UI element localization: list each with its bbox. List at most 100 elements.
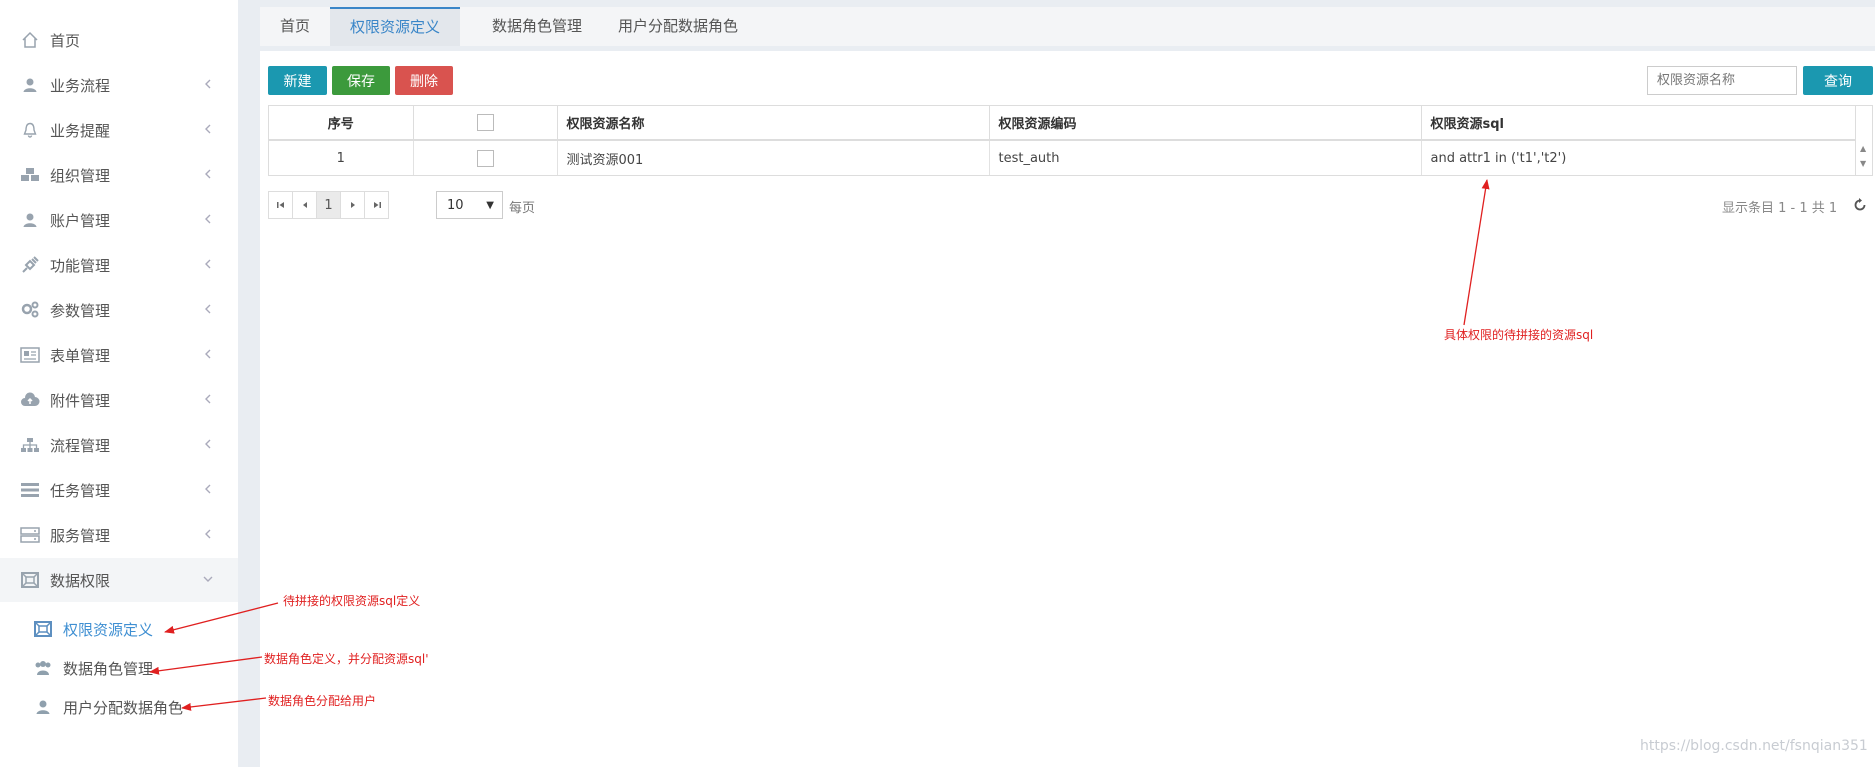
scroll-down-arrow-icon[interactable]: ▼ — [1860, 159, 1866, 168]
per-page-label: 每页 — [509, 201, 536, 216]
current-page[interactable]: 1 — [316, 191, 341, 219]
first-page-icon — [276, 202, 284, 208]
cubes-icon — [20, 165, 40, 185]
sidebar-item-attachment-management[interactable]: 附件管理 — [0, 378, 238, 422]
tab-home[interactable]: 首页 — [260, 7, 330, 46]
cell-index: 1 — [269, 140, 414, 175]
dropdown-arrow-icon: ▼ — [486, 200, 494, 211]
sidebar-item-parameter-management[interactable]: 参数管理 — [0, 288, 238, 332]
sidebar-item-account-management[interactable]: 账户管理 — [0, 198, 238, 242]
sidebar-item-business-reminder[interactable]: 业务提醒 — [0, 108, 238, 152]
select-all-checkbox[interactable] — [476, 114, 494, 131]
annotation-role-note: 数据角色定义，并分配资源sql' — [264, 652, 429, 666]
table-header-row: 序号 权限资源名称 权限资源编码 权限资源sql — [269, 106, 1857, 141]
prev-page-button[interactable] — [292, 191, 317, 219]
sidebar-item-process-management[interactable]: 流程管理 — [0, 423, 238, 467]
column-header-select — [413, 106, 558, 141]
cell-resource-name: 测试资源001 — [557, 140, 990, 175]
watermark: https://blog.csdn.net/fsnqian351 — [1640, 738, 1868, 754]
gears-icon — [20, 300, 40, 320]
sidebar-item-home[interactable]: 首页 — [0, 18, 238, 62]
sidebar-item-data-permission[interactable]: 数据权限 — [0, 558, 238, 602]
chevron-left-icon — [205, 484, 211, 494]
sidebar-subitem-label: 数据角色管理 — [63, 659, 154, 678]
vertical-scrollbar[interactable]: ▲ ▼ — [1855, 106, 1872, 175]
sitemap-icon — [20, 435, 40, 455]
user-icon — [20, 210, 40, 230]
bell-icon — [20, 120, 40, 140]
scroll-up-arrow-icon[interactable]: ▲ — [1860, 144, 1866, 153]
sidebar-item-label: 附件管理 — [50, 391, 111, 410]
chevron-left-icon — [205, 529, 211, 539]
data-scope-icon — [20, 570, 40, 590]
sidebar-item-task-management[interactable]: 任务管理 — [0, 468, 238, 512]
sidebar-item-function-management[interactable]: 功能管理 — [0, 243, 238, 287]
column-header-resource-code[interactable]: 权限资源编码 — [989, 106, 1422, 141]
sidebar-item-label: 表单管理 — [50, 346, 111, 365]
new-button[interactable]: 新建 — [268, 66, 327, 95]
chevron-left-icon — [205, 214, 211, 224]
annotation-sql-note: 具体权限的待拼接的资源sql — [1444, 328, 1594, 342]
cell-resource-code: test_auth — [989, 140, 1422, 175]
sidebar-item-label: 功能管理 — [50, 256, 111, 275]
chevron-left-icon — [205, 439, 211, 449]
save-button[interactable]: 保存 — [332, 66, 390, 95]
sidebar-subitem-user-assign-data-role[interactable]: 用户分配数据角色 — [0, 688, 238, 726]
sidebar-subitem-data-role-management[interactable]: 数据角色管理 — [0, 649, 238, 687]
form-icon — [20, 345, 40, 365]
query-button[interactable]: 查询 — [1803, 66, 1873, 95]
users-icon — [33, 658, 53, 678]
cloud-upload-icon — [20, 390, 40, 410]
column-header-resource-name[interactable]: 权限资源名称 — [557, 106, 990, 141]
sidebar-item-service-management[interactable]: 服务管理 — [0, 513, 238, 557]
page-size-value: 10 — [447, 197, 464, 213]
column-header-resource-sql[interactable]: 权限资源sql — [1421, 106, 1857, 141]
home-icon — [20, 30, 40, 50]
chevron-left-icon — [205, 124, 211, 134]
refresh-icon[interactable] — [1852, 197, 1868, 213]
sidebar-subitem-resource-definition[interactable]: 权限资源定义 — [0, 610, 238, 648]
sidebar: 首页 业务流程 业务提醒 组织管理 账户管理 功能管理 参数管理 表单管理 附件… — [0, 0, 238, 767]
sidebar-item-label: 服务管理 — [50, 526, 111, 545]
page-size-select[interactable]: 10 ▼ — [436, 191, 503, 219]
plug-icon — [20, 255, 40, 275]
annotation-assign-note: 数据角色分配给用户 — [268, 694, 377, 708]
sidebar-item-business-flow[interactable]: 业务流程 — [0, 63, 238, 107]
sidebar-item-label: 组织管理 — [50, 166, 111, 185]
tab-bar: 首页 权限资源定义 数据角色管理 用户分配数据角色 — [260, 7, 1875, 51]
chevron-left-icon — [205, 259, 211, 269]
sidebar-item-label: 业务提醒 — [50, 121, 111, 140]
chevron-left-icon — [205, 169, 211, 179]
cell-select — [413, 140, 558, 175]
tab-resource-definition[interactable]: 权限资源定义 — [330, 7, 461, 46]
main-content: 首页 权限资源定义 数据角色管理 用户分配数据角色 新建 保存 删除 查询 序号… — [260, 7, 1875, 767]
next-page-button[interactable] — [340, 191, 365, 219]
delete-button[interactable]: 删除 — [395, 66, 453, 95]
user-icon — [33, 697, 53, 717]
first-page-button[interactable] — [268, 191, 293, 219]
tab-data-role-management[interactable]: 数据角色管理 — [472, 7, 602, 46]
prev-page-icon — [302, 202, 307, 208]
sidebar-subitem-label: 权限资源定义 — [63, 620, 154, 639]
sidebar-item-label: 账户管理 — [50, 211, 111, 230]
sidebar-item-label: 首页 — [50, 31, 81, 50]
sidebar-item-label: 数据权限 — [50, 571, 111, 590]
annotation-resource-note: 待拼接的权限资源sql定义 — [283, 594, 421, 608]
sidebar-item-org-management[interactable]: 组织管理 — [0, 153, 238, 197]
sidebar-item-label: 参数管理 — [50, 301, 111, 320]
chevron-left-icon — [205, 79, 211, 89]
search-input[interactable] — [1647, 66, 1797, 95]
server-icon — [20, 525, 40, 545]
chevron-left-icon — [205, 349, 211, 359]
last-page-button[interactable] — [364, 191, 389, 219]
tab-user-assign-data-role[interactable]: 用户分配数据角色 — [598, 7, 758, 46]
next-page-icon — [350, 202, 355, 208]
sidebar-item-label: 任务管理 — [50, 481, 111, 500]
chevron-down-icon — [203, 576, 213, 582]
row-checkbox[interactable] — [476, 149, 494, 167]
sidebar-item-form-management[interactable]: 表单管理 — [0, 333, 238, 377]
table-row[interactable]: 1 测试资源001 test_auth and attr1 in ('t1','… — [269, 140, 1857, 175]
tasks-icon — [20, 480, 40, 500]
column-header-index: 序号 — [269, 106, 414, 141]
sidebar-item-label: 业务流程 — [50, 76, 111, 95]
